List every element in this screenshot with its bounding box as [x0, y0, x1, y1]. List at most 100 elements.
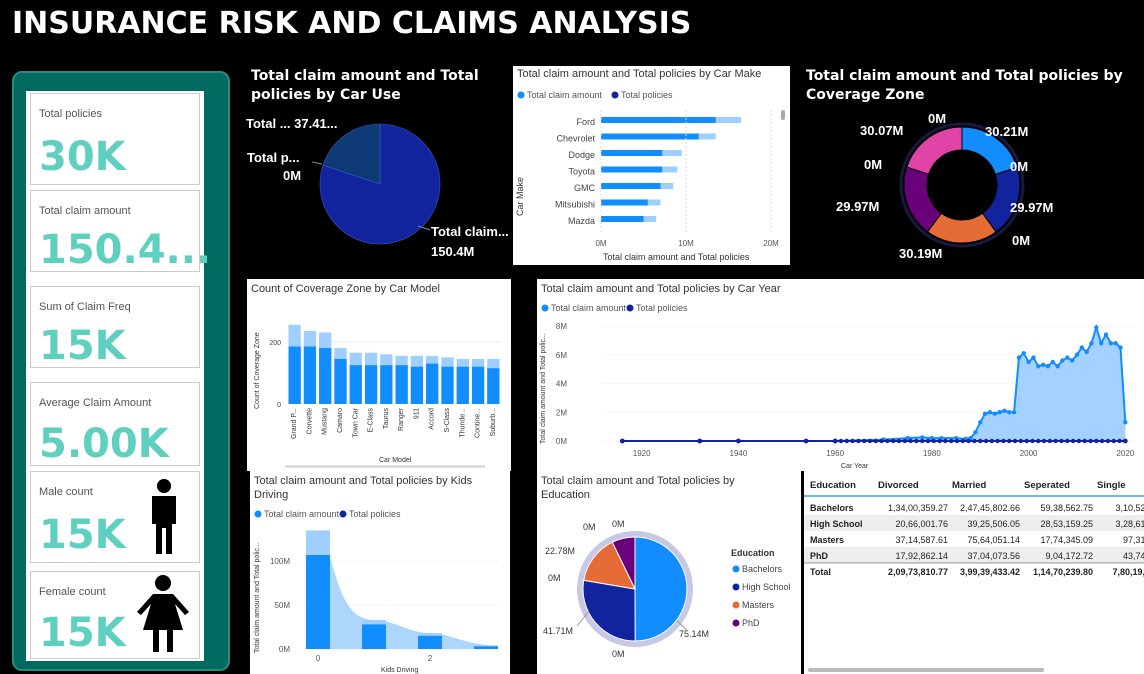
bar-dark	[441, 366, 454, 404]
point-claim	[1040, 362, 1046, 368]
bar-dark	[319, 348, 332, 404]
education-matrix-table[interactable]: Education Divorced Married Seperated Single B…	[804, 471, 1144, 674]
legend-label: Masters	[742, 600, 775, 610]
point-policies	[1041, 438, 1047, 444]
table-cell: 97,31,3	[1123, 535, 1144, 545]
column-header: Education	[810, 480, 856, 491]
kpi-label: Male count	[39, 486, 93, 498]
category-label: Taurus	[383, 408, 390, 430]
kpi-label: Sum of Claim Freq	[39, 301, 131, 313]
point-policies	[902, 438, 907, 444]
kpi-sum-claim-freq[interactable]: Sum of Claim Freq 15K	[30, 286, 200, 369]
pie-slice	[582, 579, 636, 642]
point-policies	[1030, 438, 1035, 444]
data-label: 0M	[1012, 233, 1030, 248]
point-claim	[1045, 364, 1051, 369]
tick-label: 10M	[678, 239, 694, 248]
area-claim	[622, 327, 1126, 441]
row-header: Bachelors	[810, 503, 854, 513]
point-claim	[1079, 345, 1084, 350]
y-axis-label: Car Make	[515, 177, 525, 216]
row-header: Masters	[810, 535, 844, 545]
data-label: 0M	[928, 111, 946, 126]
bar-dark	[410, 366, 424, 404]
tick-label: 0	[277, 402, 281, 409]
table-cell: 17,92,862.14	[895, 551, 948, 561]
point-claim	[973, 430, 978, 435]
education-matrix-panel: Education Divorced Married Seperated Single B…	[804, 471, 1144, 674]
row-header: Total	[810, 567, 831, 577]
kpi-male-count[interactable]: Male count 15K	[30, 471, 200, 563]
data-label: 0M	[1010, 159, 1028, 174]
category-label: Mustang	[322, 408, 329, 435]
car-year-area-chart[interactable]: Total claim amount Total policies 0M 2M 4M…	[537, 279, 1144, 471]
x-axis-label: Kids Driving	[381, 667, 418, 674]
kpi-female-count[interactable]: Female count 15K	[30, 571, 200, 659]
scrollbar[interactable]	[808, 668, 1044, 672]
kpi-average-claim-amount[interactable]: Average Claim Amount 5.00K	[30, 382, 200, 467]
kpi-label: Total policies	[39, 108, 102, 120]
point-claim	[987, 410, 993, 415]
car-make-bar-chart[interactable]: Total claim amount Total policies Ford Ch…	[513, 66, 790, 265]
table-cell: 3,99,39,433.42	[960, 567, 1020, 577]
category-label: E-Class	[368, 408, 375, 433]
tick-label: 0M	[556, 437, 567, 446]
education-pie-chart[interactable]: 0M 0M 22.78M 0M 41.71M 0M 75.14M Educati…	[537, 471, 801, 674]
bar-claim	[306, 554, 330, 649]
table-cell: 28,53,159.25	[1040, 519, 1093, 529]
coverage-zone-donut-chart[interactable]: 0M 30.21M 0M 29.97M 0M 30.19M 29.97M 0M …	[830, 108, 1100, 266]
data-label: 30.07M	[860, 123, 903, 138]
table-cell: 37,04,073.56	[967, 551, 1020, 561]
tick-label: 200	[269, 340, 281, 347]
bar-dark	[364, 365, 378, 404]
bar-claim	[601, 133, 699, 140]
scrollbar[interactable]	[781, 110, 785, 120]
car-use-pie-chart[interactable]: Total ... 37.41... Total p... 0M Total c…	[240, 108, 515, 270]
tick-label: 2	[428, 654, 433, 663]
point-claim	[1007, 410, 1012, 415]
bar-dark	[380, 365, 393, 404]
point-claim	[1031, 355, 1036, 360]
table-cell: 20,66,001.76	[895, 519, 948, 529]
legend-title: Education	[731, 548, 775, 558]
point-policies	[850, 438, 855, 444]
leader-line	[311, 161, 323, 165]
point-policies	[989, 438, 995, 444]
point-policies	[1070, 438, 1076, 444]
y-axis-label: Total claim amount and Total polic...	[254, 542, 261, 653]
table-cell: 7,80,19,6:	[1112, 567, 1144, 577]
car-year-panel: Total claim amount and Total policies by…	[537, 279, 1144, 471]
category-label: Corvette	[306, 408, 313, 435]
car-model-bar-chart[interactable]: 0 200 Grand P... Corvette Mustang Camaro Town …	[247, 279, 511, 471]
data-label: 0M	[583, 522, 596, 532]
category-label: Ford	[576, 117, 595, 127]
legend-marker	[732, 583, 740, 591]
point-policies	[844, 438, 849, 444]
point-claim	[1118, 345, 1123, 350]
point-policies	[914, 438, 919, 444]
table-cell: 1,14,70,239.80	[1033, 567, 1093, 577]
data-label: Total claim...	[431, 224, 509, 239]
legend-marker	[254, 510, 262, 518]
data-label: Total ... 37.41...	[246, 116, 338, 131]
point-policies	[908, 438, 913, 444]
data-label: 0M	[548, 573, 561, 583]
point-claim	[1089, 341, 1094, 346]
data-label: 75.14M	[679, 629, 709, 639]
category-label: GMC	[574, 183, 595, 193]
kpi-total-claim-amount[interactable]: Total claim amount 150.4...	[30, 190, 211, 273]
kpi-total-policies[interactable]: Total policies 30K	[30, 93, 200, 185]
kpi-value: 5.00K	[39, 421, 169, 467]
data-label: 0M	[283, 168, 301, 183]
bar-claim	[601, 216, 644, 222]
point-claim	[1074, 352, 1080, 357]
scrollbar[interactable]	[285, 465, 485, 468]
legend-label: High School	[742, 582, 791, 592]
male-icon	[152, 479, 176, 554]
point-claim	[1016, 355, 1022, 360]
kids-driving-chart[interactable]: Total claim amount Total policies 0M 50M 1…	[250, 471, 510, 674]
point-policies	[949, 438, 954, 444]
kpi-label: Total claim amount	[39, 205, 131, 217]
point-claim	[1036, 364, 1041, 369]
point-policies	[1059, 438, 1064, 444]
